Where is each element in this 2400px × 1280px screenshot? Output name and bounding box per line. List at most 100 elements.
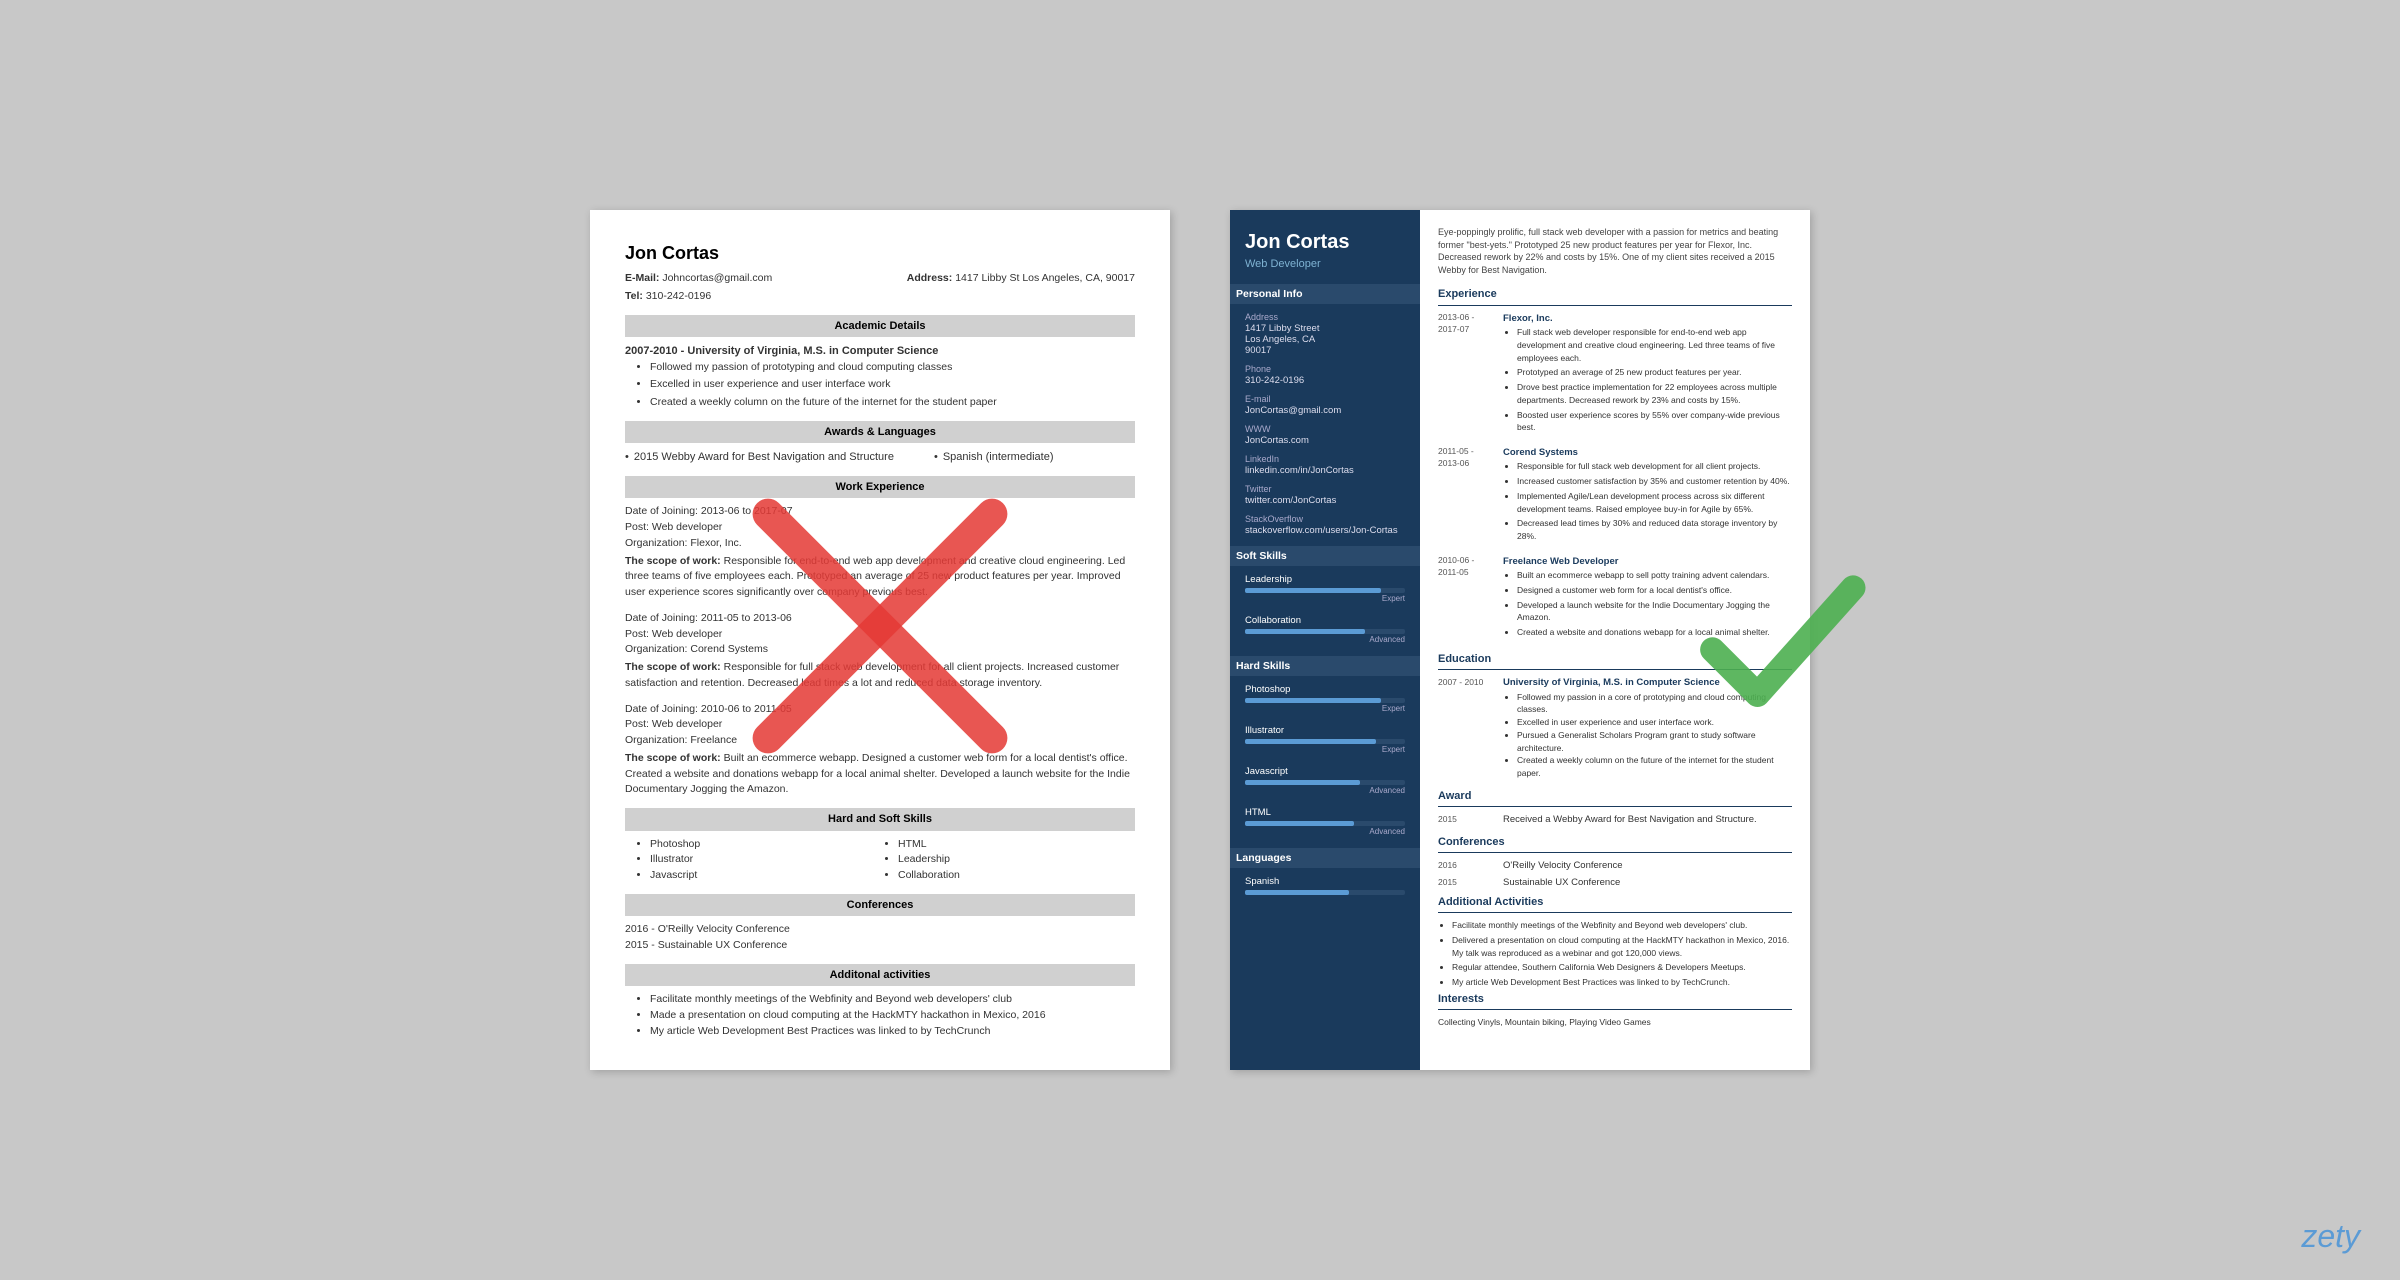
exp-2-b1: Responsible for full stack web developme… [1517,460,1792,473]
conf-year-2: 2015 [1438,876,1493,890]
work-date-2: Date of Joining: 2011-05 to 2013-06 [625,611,1135,627]
academic-entry: 2007-2010 - University of Virginia, M.S.… [625,343,1135,411]
bullet-dot: • [625,449,629,466]
edu-1-b3: Pursued a Generalist Scholars Program gr… [1517,729,1792,755]
work-scope-2: The scope of work: Responsible for full … [625,660,1135,692]
skill-illustrator-level: Expert [1245,745,1405,754]
exp-3-b3: Developed a launch website for the Indie… [1517,599,1792,625]
exp-company-1: Flexor, Inc. [1503,312,1792,326]
skill-spanish: Spanish [1245,876,1405,895]
skill-leadership-fill [1245,588,1381,593]
twitter-label: Twitter [1245,484,1405,494]
left-name: Jon Cortas [625,240,1135,267]
education-section-header: Education [1438,651,1792,671]
exp-dates-1: 2013-06 - 2017-07 [1438,312,1493,436]
edu-1-b4: Created a weekly column on the future of… [1517,754,1792,780]
conf-entry-1: 2016 O'Reilly Velocity Conference [1438,859,1792,873]
left-contact-row: E-Mail: Johncortas@gmail.com Address: 14… [625,271,1135,287]
address-value: 1417 Libby Street Los Angeles, CA 90017 [1245,323,1405,356]
hard-skills-header: Hard Skills [1230,656,1420,676]
activity-3: My article Web Development Best Practice… [650,1024,1135,1040]
act-3: Regular attendee, Southern California We… [1452,961,1792,974]
awards-row: • 2015 Webby Award for Best Navigation a… [625,449,1135,466]
skill-4: HTML [898,837,1135,853]
academic-year-title: 2007-2010 - University of Virginia, M.S.… [625,343,1135,360]
work-post-1: Post: Web developer [625,520,1135,536]
skill-collaboration-level: Advanced [1245,635,1405,644]
award-text-1: 2015 Webby Award for Best Navigation and… [634,449,894,466]
email-value: JonCortas@gmail.com [1245,405,1405,416]
conf-2: 2015 - Sustainable UX Conference [625,938,1135,954]
skill-6: Collaboration [898,868,1135,884]
skill-photoshop-name: Photoshop [1245,684,1405,695]
exp-entry-1: 2013-06 - 2017-07 Flexor, Inc. Full stac… [1438,312,1792,436]
academic-bullets: Followed my passion of prototyping and c… [625,360,1135,411]
main-content: Eye-poppingly prolific, full stack web d… [1420,210,1810,1070]
conf-year-1: 2016 [1438,859,1493,873]
skill-javascript-name: Javascript [1245,766,1405,777]
conf-name-1: O'Reilly Velocity Conference [1503,859,1623,873]
skill-html-fill [1245,821,1354,826]
exp-3-b2: Designed a customer web form for a local… [1517,584,1792,597]
award-section-header: Award [1438,788,1792,808]
activities-section-header: Additional Activities [1438,894,1792,914]
left-address: Address: 1417 Libby St Los Angeles, CA, … [907,271,1135,287]
skill-1: Photoshop [650,837,887,853]
award-year-1: 2015 [1438,813,1493,827]
act-4: My article Web Development Best Practice… [1452,976,1792,989]
skill-collaboration-name: Collaboration [1245,615,1405,626]
skill-leadership-level: Expert [1245,594,1405,603]
address-label: Address [1245,312,1405,322]
exp-details-3: Freelance Web Developer Built an ecommer… [1503,555,1792,641]
work-entry-3: Date of Joining: 2010-06 to 2011-05 Post… [625,702,1135,799]
edu-1-b1: Followed my passion in a core of prototy… [1517,691,1792,717]
exp-1-b1: Full stack web developer responsible for… [1517,326,1792,364]
exp-details-2: Corend Systems Responsible for full stac… [1503,446,1792,545]
skill-leadership: Leadership Expert [1245,574,1405,603]
skill-illustrator-name: Illustrator [1245,725,1405,736]
award-text-2: Spanish (intermediate) [943,449,1054,466]
activities-header: Additonal activities [625,964,1135,987]
work-entry-2: Date of Joining: 2011-05 to 2013-06 Post… [625,611,1135,692]
right-name: Jon Cortas [1245,230,1405,254]
skill-illustrator: Illustrator Expert [1245,725,1405,754]
exp-company-2: Corend Systems [1503,446,1792,460]
experience-section-header: Experience [1438,286,1792,306]
skill-collaboration-bg [1245,629,1405,634]
linkedin-label: LinkedIn [1245,454,1405,464]
left-email: E-Mail: Johncortas@gmail.com [625,271,772,287]
exp-entry-2: 2011-05 - 2013-06 Corend Systems Respons… [1438,446,1792,545]
skill-photoshop-fill [1245,698,1381,703]
resume-right: Jon Cortas Web Developer Personal Info A… [1230,210,1810,1070]
sidebar: Jon Cortas Web Developer Personal Info A… [1230,210,1420,1070]
conf-name-2: Sustainable UX Conference [1503,876,1620,890]
skill-leadership-name: Leadership [1245,574,1405,585]
exp-2-b2: Increased customer satisfaction by 35% a… [1517,475,1792,488]
exp-dates-3: 2010-06 - 2011-05 [1438,555,1493,641]
phone-value: 310-242-0196 [1245,375,1405,386]
exp-2-b3: Implemented Agile/Lean development proce… [1517,490,1792,516]
exp-bullets-2: Responsible for full stack web developme… [1503,460,1792,543]
skill-collaboration-fill [1245,629,1365,634]
www-value: JonCortas.com [1245,435,1405,446]
award-item-2: • Spanish (intermediate) [934,449,1054,466]
academic-bullet-3: Created a weekly column on the future of… [650,395,1135,411]
soft-skills-header: Soft Skills [1230,546,1420,566]
resume-left: Jon Cortas E-Mail: Johncortas@gmail.com … [590,210,1170,1070]
skill-illustrator-fill [1245,739,1376,744]
exp-1-b3: Drove best practice implementation for 2… [1517,381,1792,407]
work-date-3: Date of Joining: 2010-06 to 2011-05 [625,702,1135,718]
skill-javascript: Javascript Advanced [1245,766,1405,795]
conferences-header: Conferences [625,894,1135,917]
edu-dates-1: 2007 - 2010 [1438,676,1493,780]
exp-1-b2: Prototyped an average of 25 new product … [1517,366,1792,379]
skill-javascript-level: Advanced [1245,786,1405,795]
conferences-list: 2016 - O'Reilly Velocity Conference 2015… [625,922,1135,954]
skill-html-level: Advanced [1245,827,1405,836]
activity-1: Facilitate monthly meetings of the Webfi… [650,992,1135,1008]
awards-header: Awards & Languages [625,421,1135,444]
exp-3-b1: Built an ecommerce webapp to sell potty … [1517,569,1792,582]
interests-text: Collecting Vinyls, Mountain biking, Play… [1438,1016,1792,1029]
skill-spanish-fill [1245,890,1349,895]
activities-list: Facilitate monthly meetings of the Webfi… [625,992,1135,1039]
